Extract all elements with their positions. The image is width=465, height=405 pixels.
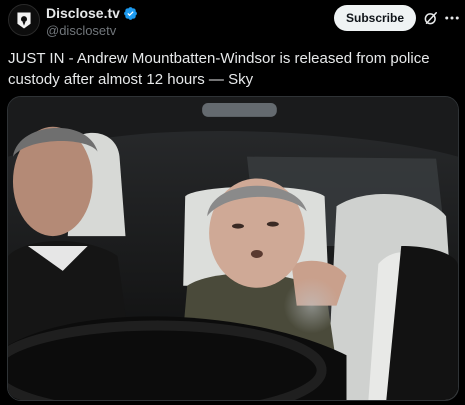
verified-badge-icon[interactable]: [123, 6, 138, 21]
subscribe-button[interactable]: Subscribe: [334, 5, 416, 31]
post-header: Disclose.tv @disclosetv Subscribe: [0, 0, 465, 42]
post-text: JUST IN - Andrew Mountbatten-Windsor is …: [8, 50, 430, 88]
photo-image: [8, 97, 458, 400]
account-handle[interactable]: @disclosetv: [46, 23, 138, 39]
grok-icon[interactable]: [422, 9, 440, 27]
post-card: Disclose.tv @disclosetv Subscribe JUST I…: [0, 0, 465, 405]
account-names: Disclose.tv @disclosetv: [46, 5, 138, 39]
display-name[interactable]: Disclose.tv: [46, 5, 120, 22]
disclose-logo-icon: [9, 5, 39, 35]
more-options-icon[interactable]: [443, 9, 461, 27]
display-name-row: Disclose.tv: [46, 5, 138, 22]
account-avatar[interactable]: [8, 4, 40, 36]
post-photo[interactable]: [7, 96, 459, 401]
